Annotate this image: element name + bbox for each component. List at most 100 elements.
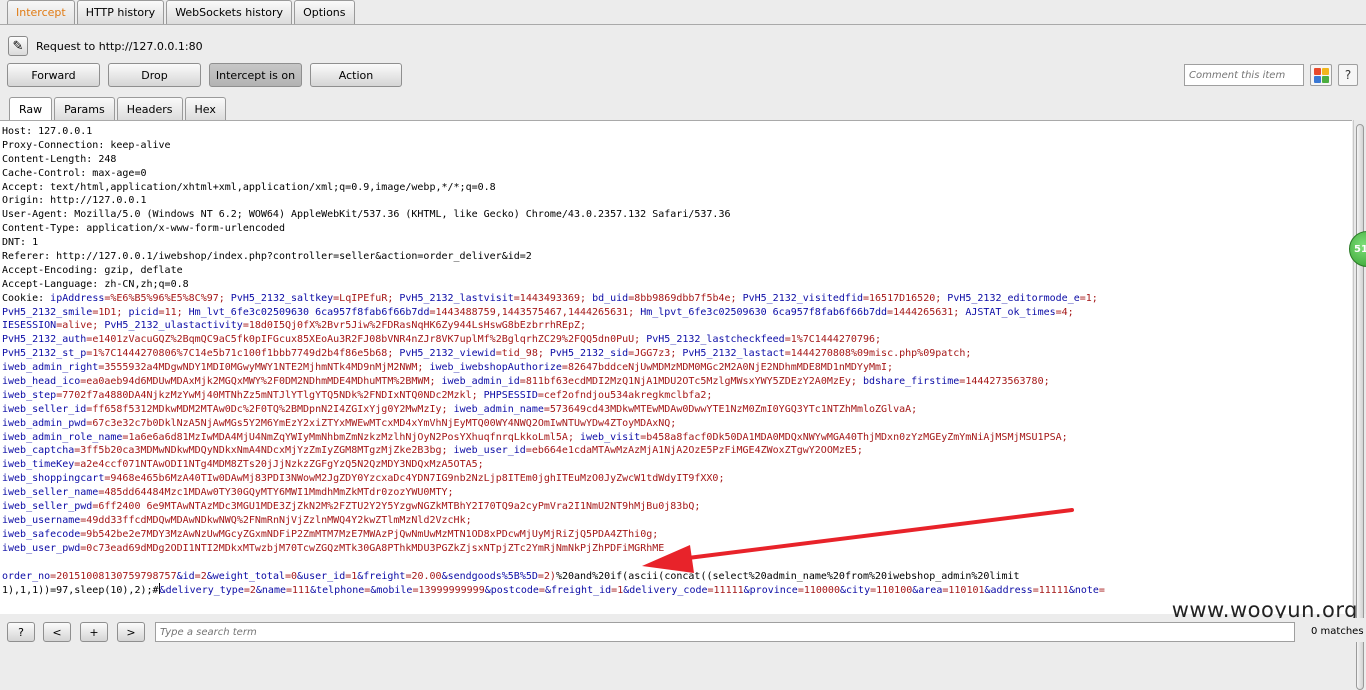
request-text-segment: Host: 127.0.0.1: [2, 126, 93, 137]
param-value: =67c3e32c7b0DklNzA5NjAwMGs5Y2M6YmEzY2xiZ…: [86, 417, 677, 429]
cookie-line: iweb_step=7702f7a4880DA4NjkzMzYwMj40MTNh…: [2, 389, 1352, 403]
search-help-button[interactable]: ?: [7, 622, 35, 642]
raw-request-editor[interactable]: Host: 127.0.0.1 Proxy-Connection: keep-al…: [0, 120, 1352, 614]
tab-http-history[interactable]: HTTP history: [76, 0, 165, 24]
param-name: iweb_captcha: [2, 445, 75, 457]
tab-websockets-history[interactable]: WebSockets history: [166, 0, 293, 24]
highlight-color-icon[interactable]: [1310, 64, 1332, 86]
previous-match-button[interactable]: <: [43, 622, 71, 642]
cookie-line: iweb_head_ico=ea0aeb94d6MDUwMDAxMjk2MGQx…: [2, 375, 1352, 389]
request-info: ✎ Request to http://127.0.0.1:80: [8, 36, 203, 56]
tab-params[interactable]: Params: [54, 97, 115, 120]
request-text-segment: Content-Type: application/x-www-form-url…: [2, 223, 285, 235]
param-value: =cef2ofndjou534akregkmclbfa2;: [537, 389, 713, 401]
param-value: =7702f7a4880DA4NjkzMzYwMj40MTNhZz5mNTJlY…: [56, 389, 484, 401]
cookie-line: iweb_admin_right=3555932a4MDgwNDY1MDI0MG…: [2, 361, 1352, 375]
cookie-line: iweb_shoppingcart=9468e465b6MzA40TIw0DAw…: [2, 472, 1352, 486]
intercept-toggle-button[interactable]: Intercept is on: [209, 63, 302, 87]
cookie-line: iweb_admin_pwd=67c3e32c7b0DklNzA5NjAwMGs…: [2, 417, 1352, 431]
param-value: =0c73ead69dMDg2ODI1NTI2MDkxMTwzbjM70TcwZ…: [80, 542, 665, 554]
param-value: =ea0aeb94d6MDUwMDAxMjk2MGQxMWY%2F0DM2NDh…: [80, 376, 442, 388]
edit-pencil-icon[interactable]: ✎: [8, 36, 28, 56]
param-value: =ff658f5312MDkwMDM2MTAw0Dc%2F0TQ%2BMDpnN…: [86, 403, 454, 415]
param-value: =811bf63ecdMDI2MzQ1NjA1MDU2OTc5MzlgMWsxY…: [519, 376, 863, 388]
comment-input[interactable]: [1184, 64, 1304, 86]
param-name: iweb_shoppingcart: [2, 473, 105, 485]
request-text-segment: Referer: http://127.0.0.1/iwebshop/index…: [2, 251, 532, 263]
param-value: =485dd64484Mzc1MDAw0TY30GQyMTY6MWI1MmdhM…: [98, 487, 454, 499]
param-value: =573649cd43MDkwMTEwMDAw0DwwYTE1NzM0ZmI0Y…: [543, 403, 918, 415]
search-input[interactable]: [155, 622, 1295, 642]
tab-headers[interactable]: Headers: [116, 97, 183, 120]
param-name: AJSTAT_ok_times: [965, 306, 1056, 318]
param-name: PvH5_2132_lastvisit: [399, 292, 514, 304]
param-name: iweb_visit: [579, 431, 641, 443]
param-name: iweb_admin_role_name: [2, 431, 123, 443]
header-line: User-Agent: Mozilla/5.0 (Windows NT 6.2;…: [2, 208, 1352, 222]
param-value: =a2e4ccf071NTAwODI1NTg4MDM8ZTs20jJjNzkzZ…: [74, 459, 484, 471]
param-value: =2: [194, 570, 207, 582]
request-text[interactable]: Host: 127.0.0.1 Proxy-Connection: keep-al…: [0, 121, 1352, 597]
param-value: =1: [345, 570, 358, 582]
action-button[interactable]: Action: [310, 63, 402, 87]
help-icon[interactable]: ?: [1338, 64, 1358, 86]
param-value: =18d0I5Qj0fX%2Bvr5Jiw%2FDRasNqHK6Zy944Ls…: [242, 320, 587, 332]
param-name: ipAddress: [50, 292, 105, 304]
tab-hex[interactable]: Hex: [184, 97, 226, 120]
param-name: Hm_lpvt_6fe3c02509630 6ca957f8fab6f66b7d…: [640, 306, 888, 318]
header-line: Origin: http://127.0.0.1: [2, 194, 1352, 208]
param-name: &freight_id: [544, 585, 612, 597]
request-text-segment: Accept: text/html,application/xhtml+xml,…: [2, 181, 496, 193]
tab-divider: [0, 24, 1366, 25]
drop-button[interactable]: Drop: [108, 63, 201, 87]
param-name: iweb_seller_id: [2, 403, 87, 415]
param-name: PvH5_2132_saltkey: [230, 292, 334, 304]
body-line: order_no=20151008130759798757&id=2&weigh…: [2, 570, 1352, 584]
param-name: order_no: [2, 570, 51, 582]
param-name: PvH5_2132_visitedfid: [742, 292, 863, 304]
param-name: iweb_admin_name: [453, 403, 544, 415]
request-text-segment: %20and%20if(ascii(concat((select%20admin…: [555, 570, 1020, 582]
param-name: iweb_safecode: [2, 528, 81, 540]
param-value: =JGG7z3;: [628, 348, 683, 360]
next-match-button[interactable]: >: [117, 622, 145, 642]
param-name: PvH5_2132_auth: [2, 334, 87, 346]
param-value: =11111: [1032, 585, 1069, 597]
param-value: =13999999999: [412, 585, 485, 597]
header-line: Accept-Encoding: gzip, deflate: [2, 264, 1352, 278]
add-button[interactable]: +: [80, 622, 108, 642]
tab-options[interactable]: Options: [294, 0, 355, 24]
forward-button[interactable]: Forward: [7, 63, 100, 87]
param-name: iweb_admin_right: [2, 362, 99, 374]
vertical-scrollbar[interactable]: [1353, 120, 1366, 690]
param-name: iweb_iwebshopAuthorize: [429, 362, 562, 374]
param-value: =tid_98;: [495, 348, 550, 360]
cookie-line: Cookie: ipAddress=%E6%B5%96%E5%8C%97; Pv…: [2, 292, 1352, 306]
param-value: =b458a8facf0Dk50DA1MDA0MDQxNWYwMGA40ThjM…: [640, 431, 1068, 443]
header-line: Accept: text/html,application/xhtml+xml,…: [2, 181, 1352, 195]
param-name: PvH5_2132_editormode_e: [947, 292, 1080, 304]
param-name: &sendgoods%5B%5D: [441, 570, 538, 582]
header-line: Accept-Language: zh-CN,zh;q=0.8: [2, 278, 1352, 292]
param-name: &province: [743, 585, 798, 597]
cookie-line: iweb_seller_id=ff658f5312MDkwMDM2MTAw0Dc…: [2, 403, 1352, 417]
param-value: =20.00: [405, 570, 442, 582]
match-count: 0 matches: [1311, 626, 1364, 637]
param-value: =3ff5b20ca3MDMwNDkwMDQyNDkxNmA4NDcxMjYzZ…: [74, 445, 454, 457]
param-name: PvH5_2132_sid: [549, 348, 629, 360]
param-name: &delivery_type: [159, 585, 244, 597]
tab-intercept[interactable]: Intercept: [7, 0, 75, 24]
header-line: Content-Type: application/x-www-form-url…: [2, 222, 1352, 236]
request-text-segment: Accept-Language: zh-CN,zh;q=0.8: [2, 278, 189, 290]
cookie-line: PvH5_2132_smile=1D1; picid=11; Hm_lvt_6f…: [2, 306, 1352, 320]
param-value: =49dd33ffcdMDQwMDAwNDkwNWQ%2FNmRnNjVjZzl…: [80, 514, 472, 526]
param-name: picid: [128, 306, 159, 318]
param-value: =1444270808%09misc.php%09patch;: [784, 348, 972, 360]
param-value: =82647bddceNjUwMDMzMDM0MGc2M2A0NjE2NDhmM…: [561, 362, 894, 374]
param-name: bdshare_firstime: [862, 376, 960, 388]
param-name: PvH5_2132_st_p: [2, 348, 87, 360]
cookie-line: iweb_timeKey=a2e4ccf071NTAwODI1NTg4MDM8Z…: [2, 458, 1352, 472]
tab-raw[interactable]: Raw: [9, 97, 53, 120]
param-value: =16517D16520;: [863, 292, 948, 304]
